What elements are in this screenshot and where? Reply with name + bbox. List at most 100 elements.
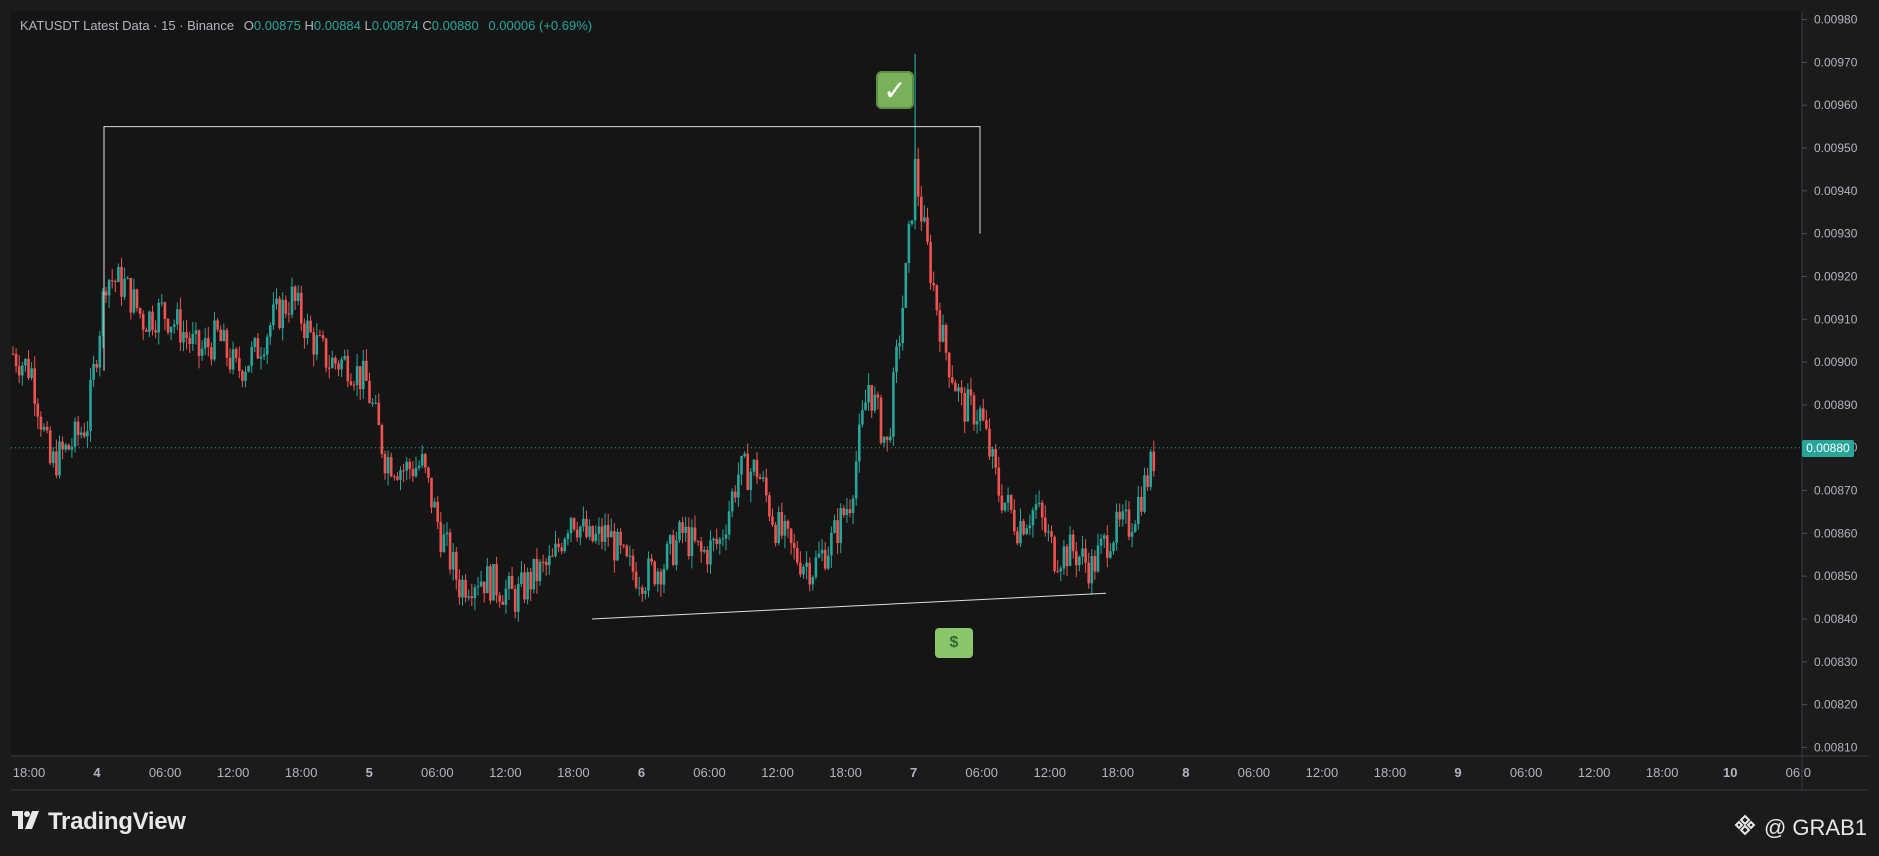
- candle-body[interactable]: [628, 555, 632, 557]
- candle-body[interactable]: [566, 533, 570, 539]
- candle-body[interactable]: [644, 590, 647, 594]
- candle-body[interactable]: [445, 532, 449, 535]
- candle-body[interactable]: [371, 402, 374, 404]
- candle-body[interactable]: [486, 566, 489, 594]
- candle-body[interactable]: [898, 343, 901, 347]
- candle-body[interactable]: [854, 461, 858, 499]
- candle-body[interactable]: [250, 347, 253, 366]
- candle-body[interactable]: [715, 538, 718, 544]
- candle-body[interactable]: [848, 509, 852, 513]
- candle-body[interactable]: [1084, 548, 1087, 563]
- candle-body[interactable]: [30, 368, 33, 379]
- candle-body[interactable]: [678, 522, 681, 541]
- candle-body[interactable]: [820, 549, 824, 554]
- candle-body[interactable]: [851, 498, 855, 513]
- candle-body[interactable]: [448, 532, 452, 570]
- candle-body[interactable]: [207, 338, 210, 348]
- candle-body[interactable]: [668, 535, 672, 544]
- candle-body[interactable]: [988, 428, 991, 457]
- candle-body[interactable]: [907, 223, 911, 263]
- candle-body[interactable]: [24, 358, 27, 366]
- candle-body[interactable]: [1130, 531, 1134, 537]
- candle-body[interactable]: [591, 526, 594, 542]
- candle-body[interactable]: [746, 453, 749, 490]
- candle-body[interactable]: [991, 449, 994, 457]
- candle-body[interactable]: [216, 320, 219, 330]
- candle-body[interactable]: [622, 545, 625, 547]
- candle-body[interactable]: [814, 557, 818, 578]
- candle-body[interactable]: [693, 527, 697, 541]
- candle-body[interactable]: [89, 379, 92, 431]
- candle-body[interactable]: [464, 579, 467, 598]
- candle-body[interactable]: [985, 420, 988, 429]
- candle-body[interactable]: [1025, 528, 1028, 535]
- candle-body[interactable]: [895, 346, 898, 373]
- candle-body[interactable]: [1140, 497, 1143, 512]
- candle-body[interactable]: [706, 549, 709, 565]
- candle-body[interactable]: [830, 532, 833, 556]
- candle-body[interactable]: [879, 397, 883, 443]
- candle-body[interactable]: [507, 575, 511, 589]
- candle-body[interactable]: [517, 584, 520, 612]
- candle-body[interactable]: [148, 311, 151, 332]
- plot-area[interactable]: [11, 11, 1801, 755]
- candle-body[interactable]: [523, 572, 526, 600]
- candle-body[interactable]: [659, 571, 663, 585]
- candle-body[interactable]: [358, 366, 362, 390]
- candle-body[interactable]: [734, 491, 737, 498]
- candle-body[interactable]: [675, 540, 678, 565]
- candle-body[interactable]: [244, 371, 247, 381]
- candle-body[interactable]: [616, 531, 619, 561]
- candle-body[interactable]: [935, 285, 939, 311]
- candle-body[interactable]: [272, 304, 275, 326]
- candle-body[interactable]: [312, 332, 315, 355]
- candle-body[interactable]: [52, 451, 55, 464]
- candle-body[interactable]: [823, 549, 827, 569]
- candle-body[interactable]: [1037, 502, 1041, 505]
- candle-body[interactable]: [864, 402, 867, 411]
- candle-body[interactable]: [473, 587, 477, 599]
- candle-body[interactable]: [712, 538, 715, 541]
- candle-body[interactable]: [417, 465, 421, 468]
- candle-body[interactable]: [1133, 524, 1137, 532]
- candle-body[interactable]: [1075, 551, 1078, 566]
- candle-body[interactable]: [197, 330, 201, 356]
- candle-body[interactable]: [306, 320, 309, 339]
- candle-body[interactable]: [619, 531, 622, 546]
- candle-body[interactable]: [889, 436, 892, 441]
- candle-body[interactable]: [647, 558, 650, 591]
- candle-body[interactable]: [876, 394, 880, 398]
- candle-body[interactable]: [439, 522, 443, 552]
- candle-body[interactable]: [259, 356, 263, 359]
- candle-body[interactable]: [275, 298, 278, 305]
- candle-body[interactable]: [1003, 502, 1007, 511]
- candle-body[interactable]: [1071, 534, 1075, 552]
- candle-body[interactable]: [802, 566, 805, 575]
- candle-body[interactable]: [1137, 497, 1140, 525]
- candle-body[interactable]: [172, 324, 176, 327]
- candle-body[interactable]: [278, 298, 281, 329]
- candle-body[interactable]: [67, 444, 71, 450]
- candle-body[interactable]: [95, 363, 98, 368]
- candle-body[interactable]: [1087, 562, 1090, 584]
- candle-body[interactable]: [36, 403, 40, 417]
- candle-body[interactable]: [309, 320, 312, 333]
- candle-body[interactable]: [1040, 502, 1044, 518]
- candle-body[interactable]: [191, 333, 195, 344]
- candle-body[interactable]: [535, 558, 539, 582]
- candle-body[interactable]: [513, 589, 517, 612]
- candle-body[interactable]: [114, 280, 117, 282]
- candle-body[interactable]: [145, 329, 148, 332]
- candle-body[interactable]: [58, 441, 61, 476]
- candle-body[interactable]: [337, 363, 340, 370]
- candle-body[interactable]: [455, 551, 458, 580]
- candle-body[interactable]: [957, 387, 960, 392]
- candle-body[interactable]: [458, 579, 461, 598]
- candle-body[interactable]: [560, 547, 563, 552]
- candle-body[interactable]: [1081, 548, 1084, 557]
- candle-body[interactable]: [1016, 531, 1019, 544]
- candle-body[interactable]: [234, 349, 238, 358]
- candle-body[interactable]: [588, 526, 591, 537]
- candle-body[interactable]: [169, 326, 173, 333]
- candle-body[interactable]: [377, 402, 381, 426]
